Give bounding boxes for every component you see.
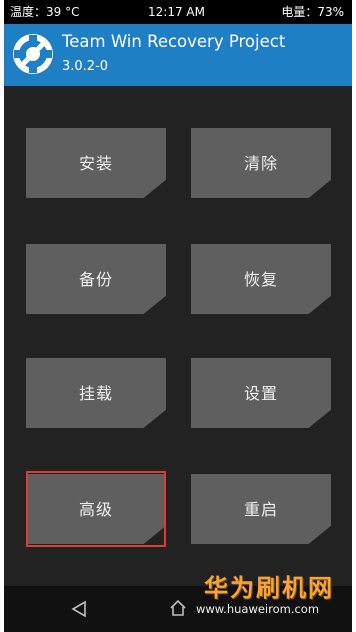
watermark-url: www.huaweirom.com xyxy=(196,602,320,616)
install-button-label: 安装 xyxy=(78,154,113,173)
backup-button[interactable]: 备份 xyxy=(26,244,166,314)
advanced-button[interactable]: 高级 xyxy=(26,474,166,544)
app-title: Team Win Recovery Project xyxy=(62,32,286,51)
watermark-title: 华为刷机网 xyxy=(204,574,334,602)
mount-button[interactable]: 挂载 xyxy=(26,358,166,428)
reboot-button[interactable]: 重启 xyxy=(191,474,331,544)
backup-button-label: 备份 xyxy=(78,270,113,289)
restore-button[interactable]: 恢复 xyxy=(191,244,331,314)
twrp-logo-icon xyxy=(12,33,54,75)
settings-button[interactable]: 设置 xyxy=(191,358,331,428)
app-header: Team Win Recovery Project 3.0.2-0 xyxy=(4,24,352,86)
install-button[interactable]: 安装 xyxy=(26,128,166,198)
app-version: 3.0.2-0 xyxy=(62,59,109,74)
advanced-button-label: 高级 xyxy=(78,500,113,519)
temperature-readout: 温度：39 °C xyxy=(10,5,80,19)
watermark: 华为刷机网 www.huaweirom.com xyxy=(190,568,340,626)
reboot-button-label: 重启 xyxy=(243,500,278,519)
mount-button-label: 挂载 xyxy=(78,384,113,403)
recovery-screen: 温度：39 °C 12:17 AM 电量：73% Team Win Recove… xyxy=(4,0,352,632)
home-icon[interactable] xyxy=(168,598,188,618)
restore-button-label: 恢复 xyxy=(243,270,278,289)
settings-button-label: 设置 xyxy=(243,384,278,403)
battery-readout: 电量：73% xyxy=(281,5,344,19)
back-triangle-icon[interactable] xyxy=(70,600,88,618)
status-bar: 温度：39 °C 12:17 AM 电量：73% xyxy=(4,0,352,24)
wipe-button-label: 清除 xyxy=(243,154,278,173)
wipe-button[interactable]: 清除 xyxy=(191,128,331,198)
clock: 12:17 AM xyxy=(148,5,205,19)
